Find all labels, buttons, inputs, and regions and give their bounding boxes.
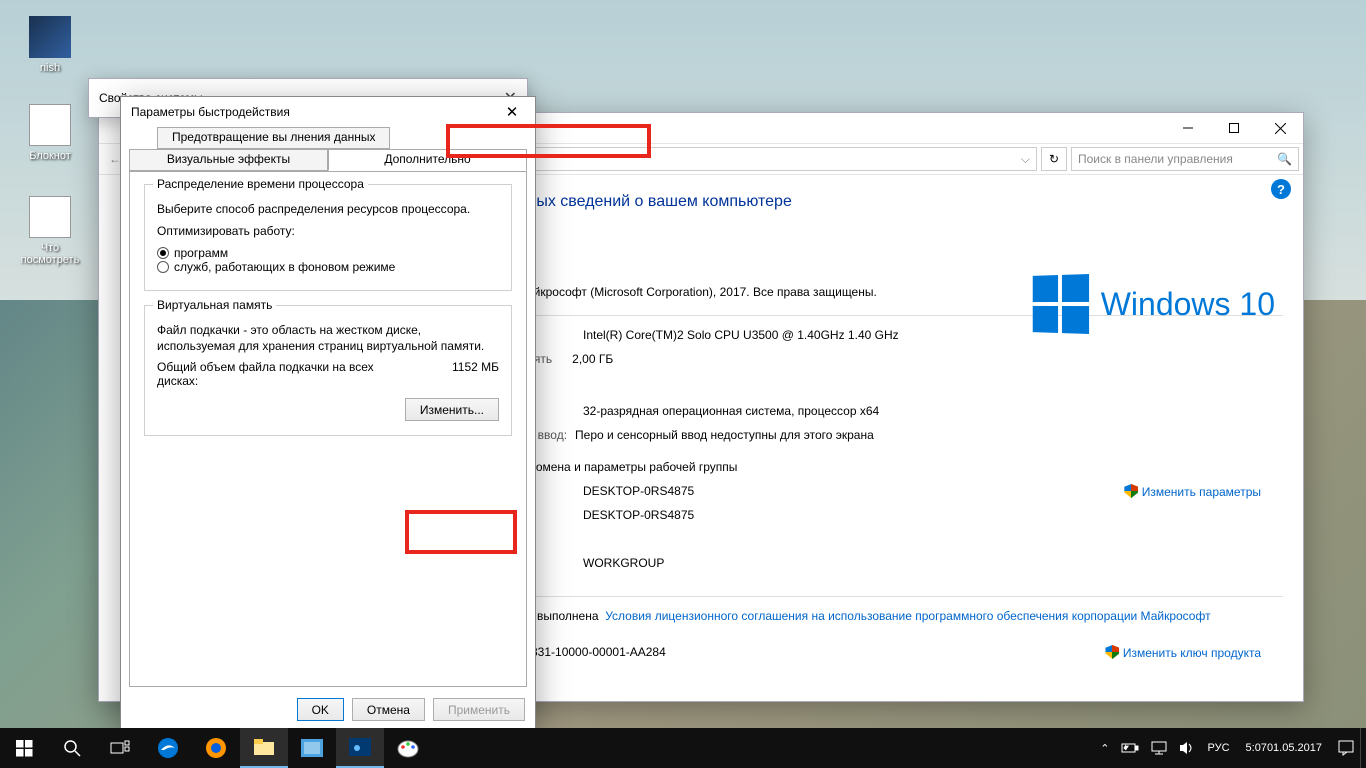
change-product-key-link[interactable]: Изменить ключ продукта	[1105, 643, 1261, 662]
copyright-text: айкрософт (Microsoft Corporation), 2017.…	[527, 283, 877, 301]
windows-logo: Windows 10	[1031, 275, 1275, 333]
product-id: 331-10000-00001-AA284	[531, 643, 666, 661]
license-link[interactable]: Условия лицензионного соглашения на испо…	[605, 607, 1210, 625]
tray-volume-icon[interactable]	[1173, 728, 1201, 768]
systype-value: 32-разрядная операционная система, проце…	[583, 402, 879, 420]
maximize-button[interactable]	[1211, 113, 1257, 143]
radio-background-services[interactable]: служб, работающих в фоновом режиме	[157, 260, 395, 274]
tray-network-icon[interactable]	[1145, 728, 1173, 768]
shield-icon	[1124, 484, 1138, 498]
taskbar-app-blue[interactable]	[288, 728, 336, 768]
apply-button[interactable]: Применить	[433, 698, 525, 721]
search-icon: 🔍	[1277, 152, 1292, 166]
close-button[interactable]	[1257, 113, 1303, 143]
shield-icon	[1105, 645, 1119, 659]
optimize-label: Оптимизировать работу:	[157, 223, 499, 239]
processor-scheduling-group: Распределение времени процессора Выберит…	[144, 184, 512, 291]
taskbar-explorer[interactable]	[240, 728, 288, 768]
task-view-icon[interactable]	[96, 728, 144, 768]
ok-button[interactable]: OK	[297, 698, 344, 721]
tray-chevron-up-icon[interactable]: ⌃	[1094, 728, 1115, 768]
virtual-memory-group: Виртуальная память Файл подкачки - это о…	[144, 305, 512, 436]
show-desktop-button[interactable]	[1360, 728, 1366, 768]
taskbar-paint[interactable]	[384, 728, 432, 768]
change-button[interactable]: Изменить...	[405, 398, 499, 421]
pagefile-total-label: Общий объем файла подкачки на всех диска…	[157, 360, 397, 388]
cpu-value: Intel(R) Core(TM)2 Solo CPU U3500 @ 1.40…	[583, 326, 899, 344]
computer-name-1: DESKTOP-0RS4875	[583, 482, 694, 500]
tray-clock[interactable]: 5:0701.05.2017	[1236, 728, 1332, 768]
desktop-icon-game[interactable]: nish	[16, 16, 84, 74]
processor-scheduling-desc: Выберите способ распределения ресурсов п…	[157, 201, 499, 217]
taskbar-edge[interactable]	[144, 728, 192, 768]
chevron-down-icon[interactable]: ⌵	[1021, 152, 1030, 167]
section-title: вных сведений о вашем компьютере	[519, 193, 1283, 211]
touch-value: Перо и сенсорный ввод недоступны для это…	[575, 426, 874, 444]
minimize-button[interactable]	[1165, 113, 1211, 143]
search-icon[interactable]	[48, 728, 96, 768]
domain-heading: я домена и параметры рабочей группы	[519, 458, 737, 476]
computer-name-2: DESKTOP-0RS4875	[583, 506, 694, 524]
tray-power-icon[interactable]	[1115, 728, 1145, 768]
dialog-close-button[interactable]: ✕	[497, 100, 527, 124]
taskbar: ⌃ РУС 5:0701.05.2017	[0, 728, 1366, 768]
desktop-icon-notepad[interactable]: Блокнот	[16, 104, 84, 162]
processor-scheduling-legend: Распределение времени процессора	[153, 177, 368, 191]
tray-language[interactable]: РУС	[1201, 728, 1235, 768]
performance-options-dialog: Параметры быстродействия ✕ Предотвращени…	[120, 96, 536, 730]
pagefile-total-value: 1152 МБ	[452, 360, 499, 374]
refresh-button[interactable]: ↻	[1041, 147, 1067, 171]
tab-dep[interactable]: Предотвращение вы лнения данных	[157, 127, 390, 149]
taskbar-firefox[interactable]	[192, 728, 240, 768]
desktop-icon-watchlist[interactable]: Что посмотреть	[16, 196, 84, 266]
radio-programs[interactable]: программ	[157, 246, 228, 260]
virtual-memory-desc: Файл подкачки - это область на жестком д…	[157, 322, 499, 354]
taskbar-app-darkblue[interactable]	[336, 728, 384, 768]
search-input[interactable]: Поиск в панели управления🔍	[1071, 147, 1299, 171]
cancel-button[interactable]: Отмена	[352, 698, 425, 721]
tab-visual-effects[interactable]: Визуальные эффекты	[129, 149, 328, 171]
virtual-memory-legend: Виртуальная память	[153, 298, 276, 312]
ram-value: 2,00 ГБ	[572, 350, 613, 368]
change-settings-link[interactable]: Изменить параметры	[1124, 482, 1261, 501]
start-button[interactable]	[0, 728, 48, 768]
dialog-title: Параметры быстродействия	[131, 105, 290, 119]
workgroup-value: WORKGROUP	[583, 554, 664, 572]
tab-advanced[interactable]: Дополнительно	[328, 149, 527, 171]
tray-action-center-icon[interactable]	[1332, 728, 1360, 768]
